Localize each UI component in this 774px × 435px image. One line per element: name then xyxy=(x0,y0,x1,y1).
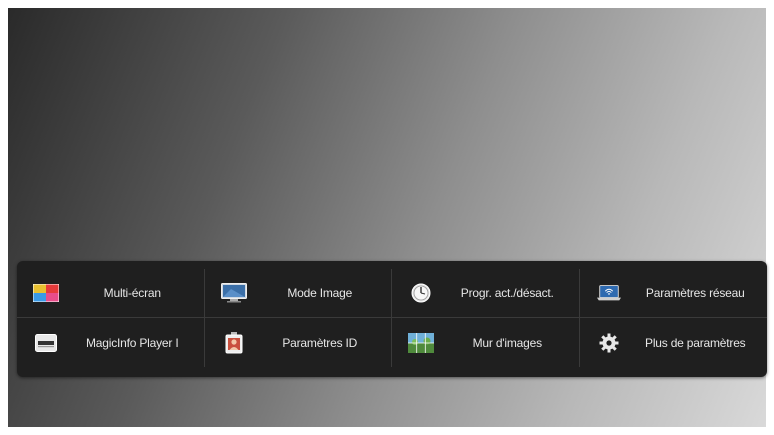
timer-icon xyxy=(408,283,434,303)
menu-item-multi-screen[interactable]: Multi-écran xyxy=(17,269,205,318)
network-laptop-icon xyxy=(596,283,622,303)
video-wall-icon xyxy=(408,332,434,353)
menu-item-id-settings[interactable]: Paramètres ID xyxy=(205,318,392,367)
menu-item-picture-mode[interactable]: Mode Image xyxy=(204,269,392,318)
menu-item-on-off-timer[interactable]: Progr. act./désact. xyxy=(392,269,580,318)
menu-item-label: MagicInfo Player I xyxy=(86,335,179,350)
menu-item-network-settings[interactable]: Paramètres réseau xyxy=(579,269,767,318)
menu-item-label: Multi-écran xyxy=(103,286,161,300)
menu-item-magicinfo-player[interactable]: MagicInfo Player I xyxy=(17,318,205,367)
display-background: Multi-écran Mode Image Progr. act./désac… xyxy=(8,8,767,427)
menu-item-more-settings[interactable]: Plus de paramètres xyxy=(580,318,768,367)
menu-item-label: Paramètres réseau xyxy=(645,286,745,300)
gear-icon xyxy=(596,333,622,353)
menu-item-video-wall[interactable]: Mur d'images xyxy=(392,318,580,367)
id-badge-icon xyxy=(221,331,247,353)
menu-item-label: Plus de paramètres xyxy=(645,335,746,350)
menu-item-label: Mur d'images xyxy=(472,335,542,350)
multi-screen-icon xyxy=(33,283,59,303)
quick-menu-panel: Multi-écran Mode Image Progr. act./désac… xyxy=(17,261,767,377)
player-icon xyxy=(33,333,59,353)
menu-item-label: Progr. act./désact. xyxy=(460,286,554,300)
monitor-icon xyxy=(220,283,247,303)
menu-item-label: Mode Image xyxy=(287,286,353,300)
menu-item-label: Paramètres ID xyxy=(282,335,358,350)
quick-menu-grid: Multi-écran Mode Image Progr. act./désac… xyxy=(17,269,767,367)
